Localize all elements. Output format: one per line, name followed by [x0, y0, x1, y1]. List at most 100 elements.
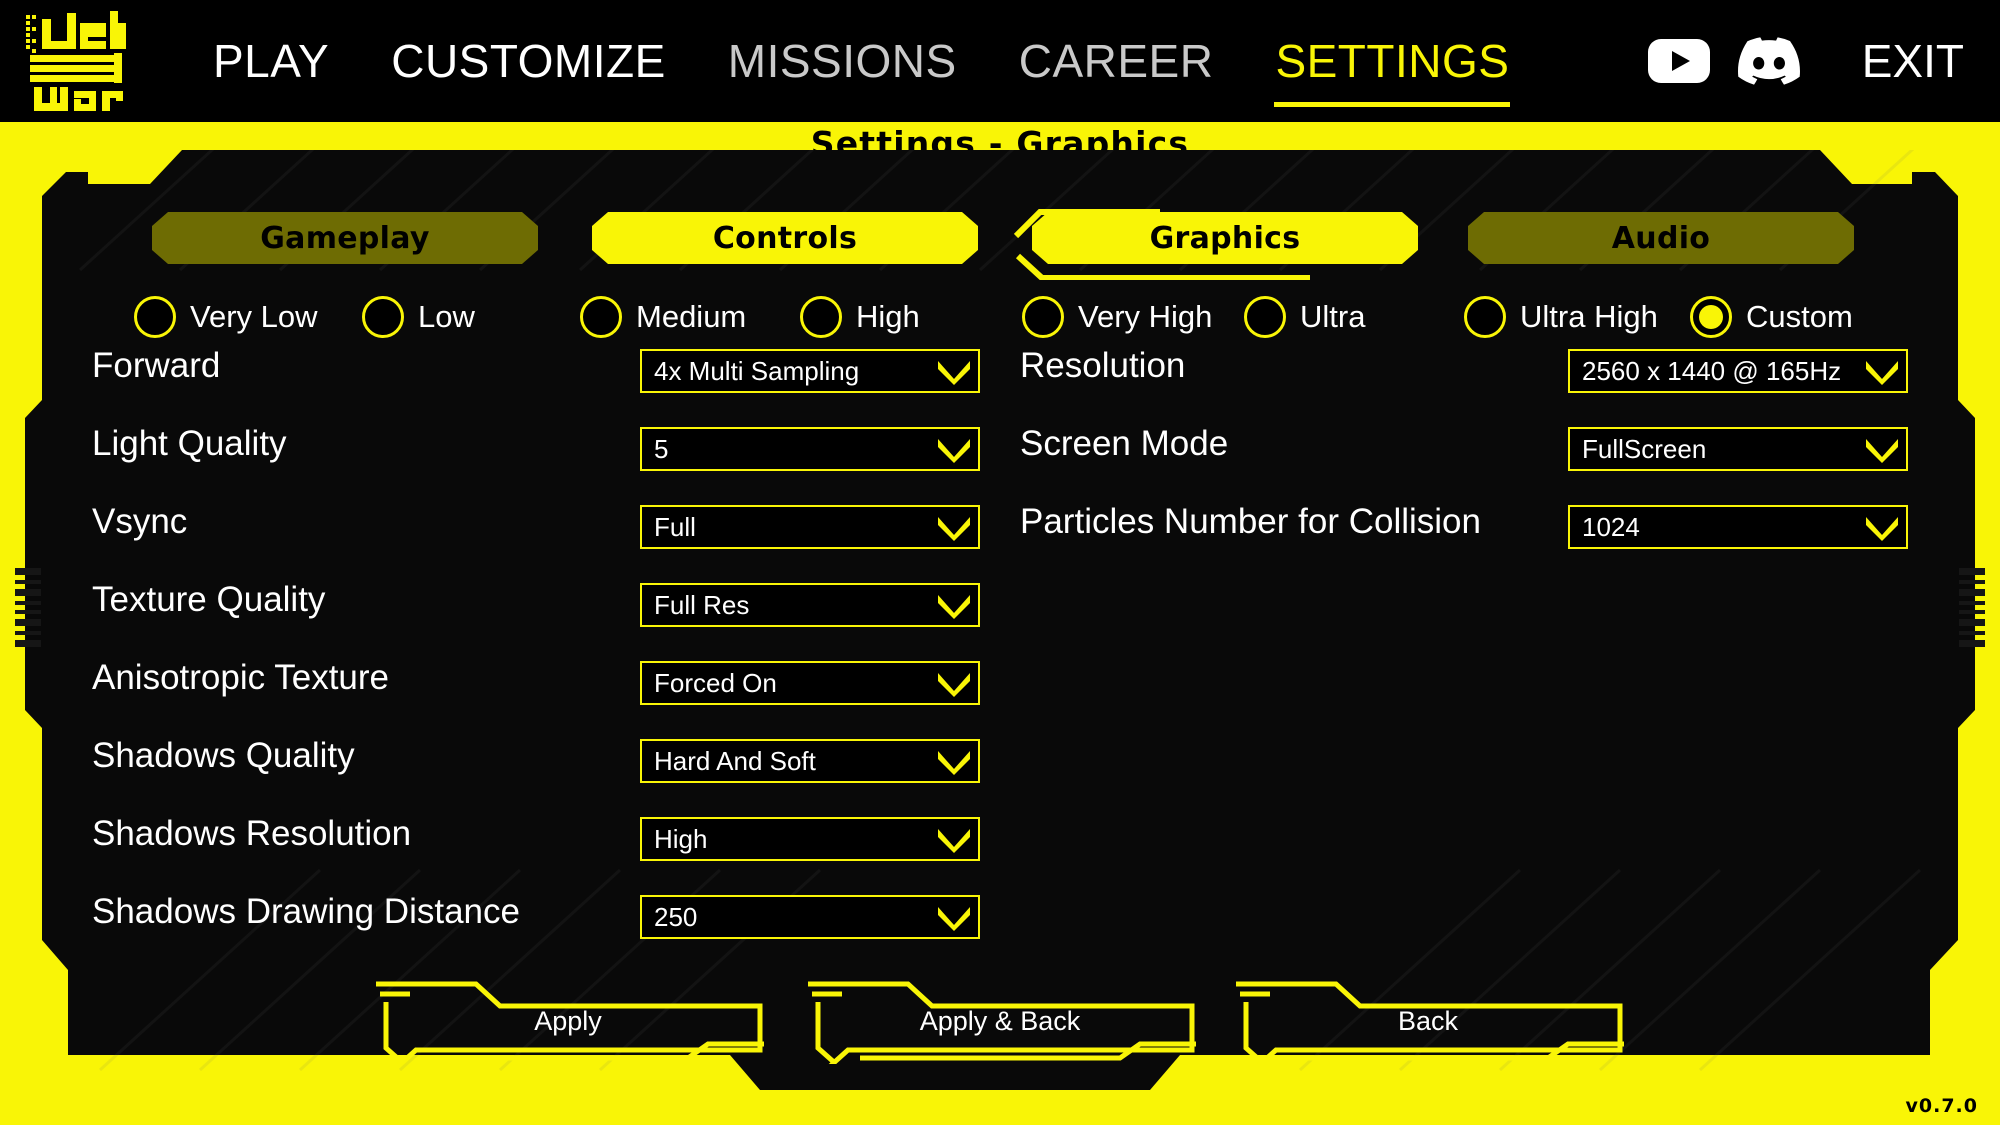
dropdown-value: 4x Multi Sampling: [654, 355, 860, 386]
dropdown-anisotropic-texture[interactable]: Forced On: [640, 661, 980, 705]
radio-ring-icon: [800, 296, 842, 338]
radio-ring-icon: [362, 296, 404, 338]
main-nav-items: PLAY CUSTOMIZE MISSIONS CAREER SETTINGS: [182, 31, 1540, 107]
graphics-settings-right-column: Resolution 2560 x 1440 @ 165Hz Screen Mo…: [1020, 345, 1908, 611]
game-settings-screen: PLAY CUSTOMIZE MISSIONS CAREER SETTINGS: [0, 0, 2000, 1125]
discord-glyph: [1737, 37, 1800, 85]
radio-label: Low: [418, 299, 475, 334]
nav-item-customize[interactable]: CUSTOMIZE: [360, 31, 697, 91]
tab-audio[interactable]: Audio: [1468, 212, 1854, 264]
radio-label: Very Low: [190, 299, 318, 334]
radio-label: Ultra High: [1520, 299, 1658, 334]
radio-label: High: [856, 299, 920, 334]
setting-row-forward: Forward 4x Multi Sampling: [92, 345, 980, 423]
radio-low[interactable]: Low: [362, 292, 475, 342]
radio-very-high[interactable]: Very High: [1022, 292, 1212, 342]
dropdown-shadows-resolution[interactable]: High: [640, 817, 980, 861]
tab-label: Graphics: [1149, 220, 1301, 256]
setting-label: Light Quality: [92, 424, 287, 463]
nav-item-settings[interactable]: SETTINGS: [1244, 31, 1540, 107]
chevron-down-icon: [938, 829, 970, 853]
discord-icon[interactable]: [1737, 30, 1800, 92]
chevron-down-icon: [938, 439, 970, 463]
settings-tabs: Gameplay Controls Graphics Audio: [0, 209, 2000, 280]
radio-label: Ultra: [1300, 299, 1366, 334]
chevron-down-icon: [938, 751, 970, 775]
radio-very-low[interactable]: Very Low: [134, 292, 318, 342]
dropdown-shadows-drawing-distance[interactable]: 250: [640, 895, 980, 939]
dropdown-value: 1024: [1582, 511, 1640, 542]
nav-label: SETTINGS: [1275, 35, 1510, 87]
radio-custom[interactable]: Custom: [1690, 292, 1853, 342]
dropdown-value: Full: [654, 511, 696, 542]
radio-label: Custom: [1746, 299, 1853, 334]
dropdown-particles-number[interactable]: 1024: [1568, 505, 1908, 549]
setting-label: Texture Quality: [92, 580, 326, 619]
radio-medium[interactable]: Medium: [580, 292, 746, 342]
dropdown-texture-quality[interactable]: Full Res: [640, 583, 980, 627]
decorative-barcode-right: [1959, 568, 1985, 652]
setting-row-texture-quality: Texture Quality Full Res: [92, 579, 980, 657]
nav-item-career[interactable]: CAREER: [988, 31, 1245, 91]
setting-row-anisotropic-texture: Anisotropic Texture Forced On: [92, 657, 980, 735]
radio-high[interactable]: High: [800, 292, 920, 342]
radio-ultra[interactable]: Ultra: [1244, 292, 1365, 342]
setting-row-shadows-drawing-distance: Shadows Drawing Distance 250: [92, 891, 980, 969]
chevron-down-icon: [938, 361, 970, 385]
chevron-down-icon: [938, 907, 970, 931]
radio-ring-icon-selected: [1690, 296, 1732, 338]
dropdown-forward[interactable]: 4x Multi Sampling: [640, 349, 980, 393]
setting-row-resolution: Resolution 2560 x 1440 @ 165Hz: [1020, 345, 1908, 423]
top-navigation-bar: PLAY CUSTOMIZE MISSIONS CAREER SETTINGS: [0, 0, 2000, 122]
radio-ring-icon: [1022, 296, 1064, 338]
setting-row-vsync: Vsync Full: [92, 501, 980, 579]
apply-and-back-button[interactable]: Apply & Back: [800, 978, 1200, 1064]
dropdown-vsync[interactable]: Full: [640, 505, 980, 549]
nav-label: CUSTOMIZE: [391, 35, 666, 87]
web-war-logo-icon: [26, 11, 126, 111]
setting-label: Screen Mode: [1020, 424, 1229, 463]
tab-label: Gameplay: [260, 220, 430, 256]
chevron-down-icon: [1866, 439, 1898, 463]
decorative-barcode-left: [15, 568, 41, 652]
tab-label: Controls: [712, 220, 858, 256]
active-tab-underline: [1274, 102, 1511, 107]
youtube-icon[interactable]: [1647, 30, 1710, 92]
setting-label: Shadows Quality: [92, 736, 355, 775]
nav-label: PLAY: [213, 35, 330, 87]
dropdown-value: 250: [654, 901, 698, 932]
tab-controls[interactable]: Controls: [592, 212, 978, 264]
back-button[interactable]: Back: [1228, 978, 1628, 1064]
exit-button[interactable]: EXIT: [1828, 31, 1982, 91]
settings-action-buttons: Apply Apply & Back Back: [0, 978, 2000, 1064]
nav-item-missions[interactable]: MISSIONS: [697, 31, 988, 91]
dropdown-value: 2560 x 1440 @ 165Hz: [1582, 355, 1842, 386]
nav-item-play[interactable]: PLAY: [182, 31, 360, 91]
chevron-down-icon: [938, 517, 970, 541]
setting-row-shadows-quality: Shadows Quality Hard And Soft: [92, 735, 980, 813]
tab-label: Audio: [1611, 220, 1711, 256]
button-label: Back: [1397, 1005, 1459, 1036]
setting-label: Shadows Drawing Distance: [92, 892, 520, 931]
setting-label: Vsync: [92, 502, 188, 541]
radio-ultra-high[interactable]: Ultra High: [1464, 292, 1658, 342]
game-logo[interactable]: [10, 0, 140, 122]
dropdown-value: Full Res: [654, 589, 750, 620]
quality-preset-radio-group: Very Low Low Medium High Very High Ultra…: [0, 292, 2000, 342]
tab-gameplay[interactable]: Gameplay: [152, 212, 538, 264]
setting-row-screen-mode: Screen Mode FullScreen: [1020, 423, 1908, 501]
chevron-down-icon: [1866, 361, 1898, 385]
setting-label: Shadows Resolution: [92, 814, 412, 853]
dropdown-light-quality[interactable]: 5: [640, 427, 980, 471]
setting-row-shadows-resolution: Shadows Resolution High: [92, 813, 980, 891]
tab-graphics[interactable]: Graphics: [1013, 209, 1418, 280]
apply-button[interactable]: Apply: [368, 978, 768, 1064]
dropdown-resolution[interactable]: 2560 x 1440 @ 165Hz: [1568, 349, 1908, 393]
setting-label: Resolution: [1020, 346, 1186, 385]
radio-ring-icon: [1244, 296, 1286, 338]
radio-ring-icon: [580, 296, 622, 338]
chevron-down-icon: [1866, 517, 1898, 541]
radio-ring-icon: [134, 296, 176, 338]
dropdown-shadows-quality[interactable]: Hard And Soft: [640, 739, 980, 783]
dropdown-screen-mode[interactable]: FullScreen: [1568, 427, 1908, 471]
